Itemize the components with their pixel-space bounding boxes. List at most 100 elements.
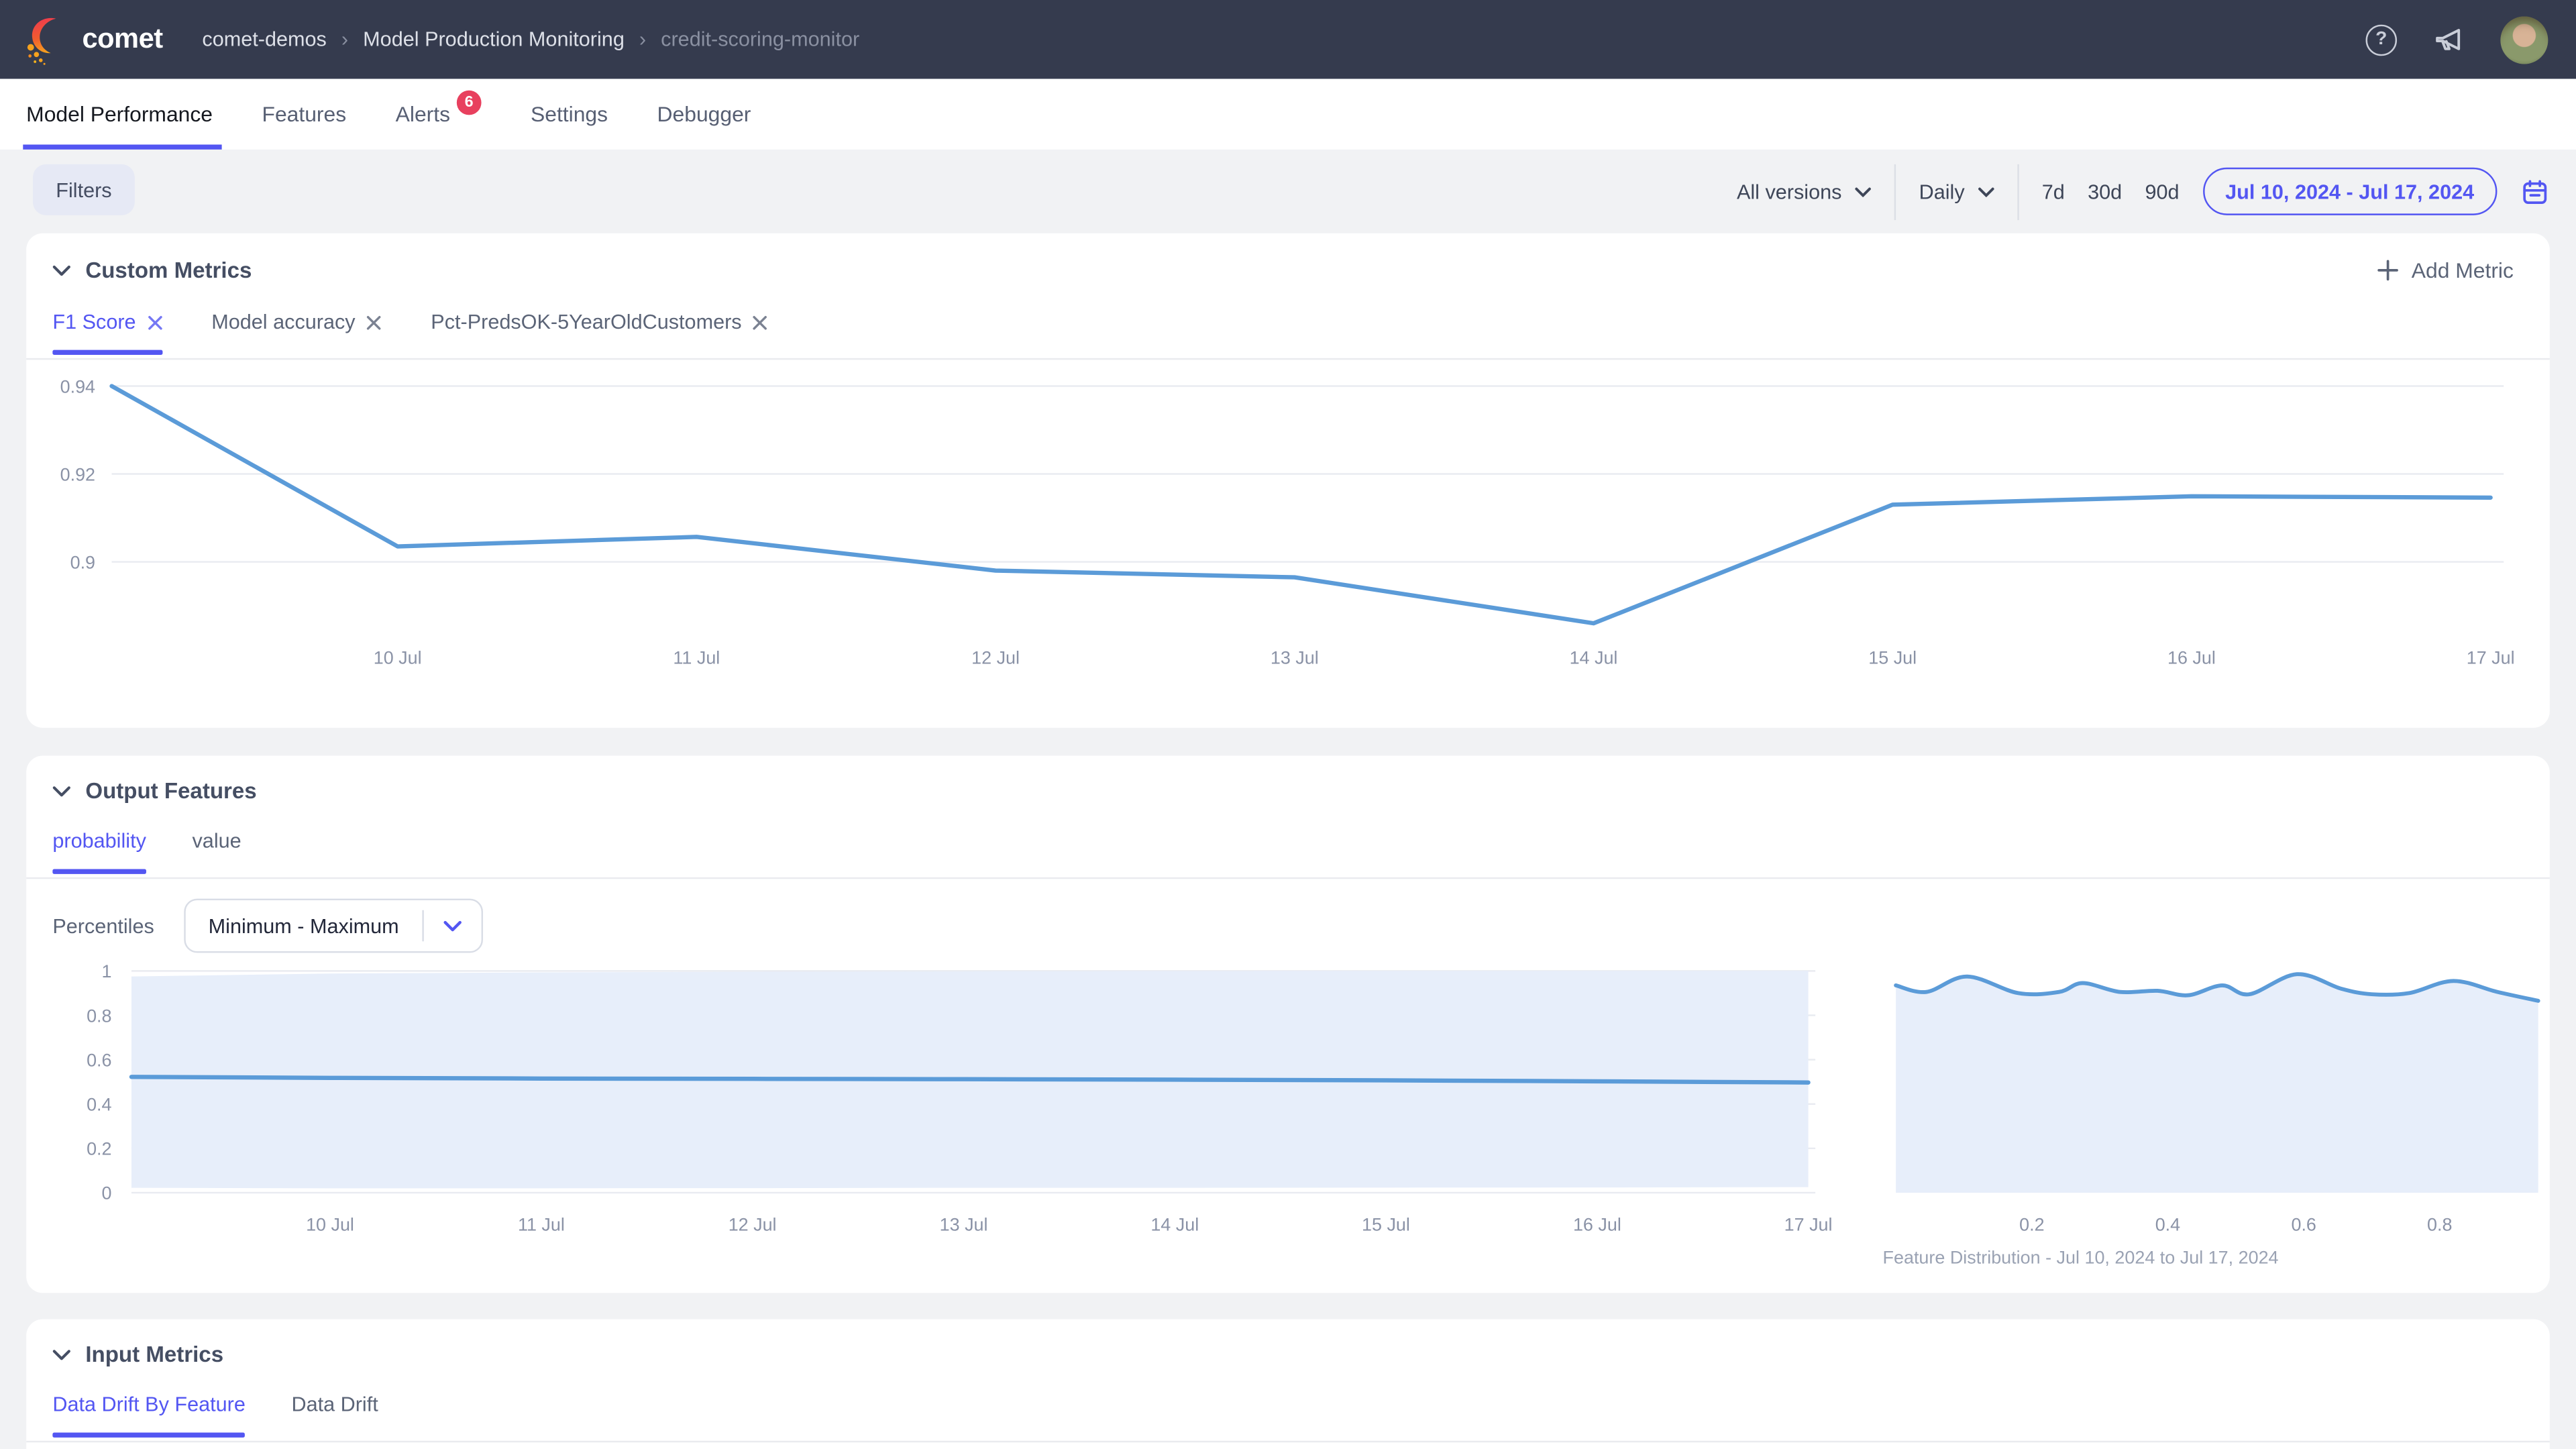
input-tab-data-drift-by-feature[interactable]: Data Drift By Feature <box>52 1393 246 1436</box>
user-avatar[interactable] <box>2500 15 2548 63</box>
tab-label: F1 Score <box>52 311 136 333</box>
svg-text:14 Jul: 14 Jul <box>1150 1214 1199 1234</box>
alerts-count-badge: 6 <box>457 91 482 115</box>
svg-text:12 Jul: 12 Jul <box>729 1214 777 1234</box>
help-icon[interactable]: ? <box>2366 24 2398 56</box>
metric-tab-model-accuracy[interactable]: Model accuracy <box>211 311 382 354</box>
breadcrumb-item-model-production-monitoring[interactable]: Model Production Monitoring <box>363 28 625 51</box>
divider <box>422 910 423 942</box>
close-icon[interactable] <box>753 315 768 329</box>
svg-text:17 Jul: 17 Jul <box>1784 1214 1833 1234</box>
tab-label: Model accuracy <box>211 311 355 333</box>
section-input-metrics-toggle[interactable]: Input Metrics <box>52 1342 223 1367</box>
svg-text:1: 1 <box>102 961 112 981</box>
tab-features[interactable]: Features <box>262 79 346 150</box>
tab-label: Alerts <box>396 102 450 127</box>
output-feature-charts: 1 0.8 0.6 0.4 0.2 0 10 Jul 11 Jul 12 Jul 13 Jul 14… <box>52 956 2523 1255</box>
quick-range-30d[interactable]: 30d <box>2088 180 2122 203</box>
breadcrumb-separator: › <box>341 28 348 51</box>
metric-tab-pct-predsok-5yearoldcustomers[interactable]: Pct-PredsOK-5YearOldCustomers <box>431 311 768 354</box>
tab-label: value <box>192 830 241 853</box>
tab-label: probability <box>52 830 146 853</box>
svg-text:16 Jul: 16 Jul <box>1573 1214 1621 1234</box>
svg-text:0.6: 0.6 <box>2291 1214 2316 1234</box>
section-output-features-toggle[interactable]: Output Features <box>52 779 256 804</box>
svg-text:0.4: 0.4 <box>2155 1214 2180 1234</box>
topbar-actions: ? <box>2366 15 2548 63</box>
section-title: Custom Metrics <box>85 258 252 282</box>
granularity-dropdown[interactable]: Daily <box>1919 180 1994 203</box>
svg-text:14 Jul: 14 Jul <box>1570 647 1618 667</box>
date-range-button[interactable]: Jul 10, 2024 - Jul 17, 2024 <box>2202 168 2498 215</box>
chevron-down-icon <box>52 264 70 276</box>
filter-controls: All versions Daily 7d 30d 90d Jul 10, 2024… <box>1737 150 2550 233</box>
tab-model-performance[interactable]: Model Performance <box>26 79 213 150</box>
filter-bar: Filters All versions Daily 7d 30d 90d Jul … <box>0 150 2576 233</box>
svg-text:10 Jul: 10 Jul <box>306 1214 354 1234</box>
tab-label: Data Drift <box>291 1393 378 1416</box>
tab-settings[interactable]: Settings <box>531 79 608 150</box>
svg-text:0.6: 0.6 <box>87 1050 111 1070</box>
svg-text:0.94: 0.94 <box>60 376 95 396</box>
tab-label: Pct-PredsOK-5YearOldCustomers <box>431 311 741 333</box>
svg-text:13 Jul: 13 Jul <box>1271 647 1319 667</box>
feature-tab-probability[interactable]: probability <box>52 830 146 873</box>
svg-text:12 Jul: 12 Jul <box>971 647 1020 667</box>
svg-text:0.92: 0.92 <box>60 464 95 484</box>
output-feature-tabs: probability value <box>26 830 2550 879</box>
svg-text:0.2: 0.2 <box>87 1139 111 1159</box>
tab-label: Debugger <box>657 102 751 127</box>
calendar-icon[interactable] <box>2520 176 2550 206</box>
svg-text:0.9: 0.9 <box>70 552 95 572</box>
breadcrumb-item-comet-demos[interactable]: comet-demos <box>202 28 326 51</box>
custom-metrics-card: Custom Metrics Add Metric F1 Score Model … <box>26 233 2550 728</box>
app: comet comet-demos › Model Production Monit… <box>0 0 2576 1449</box>
versions-dropdown[interactable]: All versions <box>1737 180 1872 203</box>
percentiles-select[interactable]: Minimum - Maximum <box>184 899 483 953</box>
topbar: comet comet-demos › Model Production Monit… <box>0 0 2576 79</box>
quick-range-90d[interactable]: 90d <box>2145 180 2179 203</box>
filters-button[interactable]: Filters <box>33 164 135 215</box>
percentiles-row: Percentiles Minimum - Maximum <box>52 899 2523 953</box>
chevron-down-icon <box>1855 186 1871 197</box>
svg-text:0: 0 <box>102 1183 112 1203</box>
svg-text:16 Jul: 16 Jul <box>2167 647 2216 667</box>
comet-logo[interactable]: comet <box>21 10 163 69</box>
svg-text:15 Jul: 15 Jul <box>1868 647 1917 667</box>
input-tab-data-drift[interactable]: Data Drift <box>291 1393 378 1436</box>
chevron-down-icon <box>1978 186 1994 197</box>
announcements-megaphone-icon[interactable] <box>2431 22 2465 56</box>
logo-wordmark: comet <box>82 23 162 56</box>
divider <box>1894 164 1896 219</box>
tab-alerts[interactable]: Alerts 6 <box>396 79 482 150</box>
quick-range-group: 7d 30d 90d <box>2042 180 2180 203</box>
chevron-down-icon <box>52 1349 70 1360</box>
metric-tab-f1-score[interactable]: F1 Score <box>52 311 162 354</box>
output-features-card: Output Features probability value Percent… <box>26 756 2550 1293</box>
comet-logo-icon <box>21 10 68 69</box>
svg-text:11 Jul: 11 Jul <box>518 1214 565 1234</box>
close-icon[interactable] <box>148 315 162 329</box>
svg-text:10 Jul: 10 Jul <box>374 647 422 667</box>
breadcrumb-separator: › <box>639 28 646 51</box>
section-custom-metrics-toggle[interactable]: Custom Metrics <box>52 258 252 282</box>
quick-range-7d[interactable]: 7d <box>2042 180 2065 203</box>
metric-tabs: F1 Score Model accuracy Pct-PredsOK-5YearO… <box>26 311 2550 360</box>
svg-text:17 Jul: 17 Jul <box>2467 647 2515 667</box>
tab-debugger[interactable]: Debugger <box>657 79 751 150</box>
chevron-down-icon <box>443 920 462 931</box>
plus-icon <box>2377 260 2398 281</box>
feature-tab-value[interactable]: value <box>192 830 241 873</box>
add-metric-button[interactable]: Add Metric <box>2367 256 2524 284</box>
divider <box>2017 164 2019 219</box>
breadcrumb: comet-demos › Model Production Monitoring ›… <box>202 28 859 51</box>
tab-label: Features <box>262 102 346 127</box>
main-tab-bar: Model Performance Features Alerts 6 Settings… <box>0 79 2576 150</box>
input-metric-tabs: Data Drift By Feature Data Drift <box>26 1393 2550 1442</box>
probability-percentile-band-chart: 10.80.60.40.2010 Jul11 Jul12 Jul13 Jul14… <box>52 956 1860 1252</box>
svg-text:13 Jul: 13 Jul <box>940 1214 988 1234</box>
input-metrics-card: Input Metrics Data Drift By FeatureData … <box>26 1320 2550 1449</box>
close-icon[interactable] <box>367 315 382 329</box>
svg-text:0.8: 0.8 <box>87 1006 111 1026</box>
percentiles-label: Percentiles <box>52 914 154 937</box>
